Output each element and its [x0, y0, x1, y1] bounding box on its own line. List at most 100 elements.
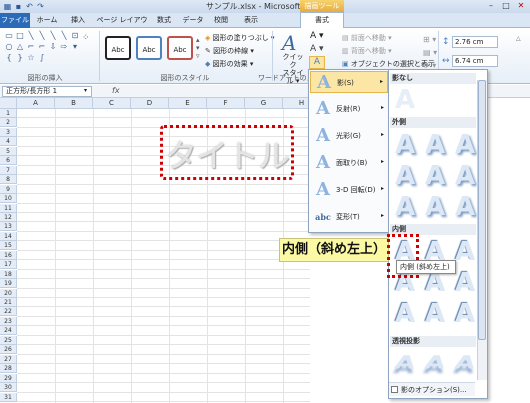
- row-header[interactable]: 28: [0, 364, 17, 374]
- row-header[interactable]: 23: [0, 316, 17, 326]
- name-box-dropdown-icon[interactable]: ▾: [84, 87, 87, 94]
- quick-styles-icon[interactable]: A: [282, 31, 296, 55]
- tab-insert[interactable]: 挿入: [64, 13, 92, 28]
- rect-shape-icon[interactable]: ▭: [4, 31, 14, 41]
- column-header[interactable]: F: [207, 98, 245, 109]
- row-header[interactable]: 17: [0, 260, 17, 270]
- perspective-shadow-option[interactable]: A: [390, 353, 420, 374]
- row-header[interactable]: 13: [0, 222, 17, 232]
- freeform-icon[interactable]: ∫: [37, 53, 47, 63]
- row-header[interactable]: 3: [0, 127, 17, 137]
- bring-forward-button[interactable]: ▤ 前面へ移動 ▾: [342, 33, 392, 44]
- outer-shadow-option[interactable]: A: [452, 193, 478, 221]
- ribbon-collapse-icon[interactable]: △: [516, 35, 521, 42]
- row-header[interactable]: 30: [0, 383, 17, 393]
- row-header[interactable]: 10: [0, 194, 17, 204]
- shape-gallery[interactable]: ▭ □ ╲ ╲ ╲ ╲ ⊡ ○ △ ⌐ ⌐ ⇩ ⇨ ▾ {} ☆ ∫: [4, 31, 80, 65]
- triangle-shape-icon[interactable]: △: [15, 42, 25, 52]
- column-header[interactable]: A: [17, 98, 55, 109]
- row-header[interactable]: 27: [0, 354, 17, 364]
- row-header[interactable]: 19: [0, 279, 17, 289]
- menu-item-reflection[interactable]: A 反射(R) ▸: [310, 98, 388, 120]
- send-backward-button[interactable]: ▥ 背面へ移動 ▾: [342, 46, 392, 57]
- shape-effects-button[interactable]: ◆ 図形の効果 ▾: [205, 59, 253, 70]
- column-header[interactable]: B: [55, 98, 93, 109]
- tab-page-layout[interactable]: ページ レイアウト: [94, 13, 150, 39]
- row-header[interactable]: 22: [0, 307, 17, 317]
- more-shapes-icon[interactable]: ▾: [70, 42, 80, 52]
- star-shape-icon[interactable]: ☆: [26, 53, 36, 63]
- row-header[interactable]: 7: [0, 165, 17, 175]
- tab-file[interactable]: ファイル: [0, 13, 30, 28]
- maximize-icon[interactable]: □: [499, 1, 513, 11]
- save-icon[interactable]: ▪: [14, 2, 23, 11]
- redo-icon[interactable]: ↷: [36, 2, 45, 11]
- close-icon[interactable]: ✕: [514, 1, 528, 11]
- shape-outline-button[interactable]: ✎ 図形の枠線 ▾: [205, 46, 254, 57]
- circle-shape-icon[interactable]: ○: [4, 42, 14, 52]
- align-icons[interactable]: ⊞ ▾ ▤ ▾ ⟳ ▾: [423, 33, 437, 72]
- outer-shadow-option[interactable]: A: [452, 162, 478, 190]
- row-header[interactable]: 21: [0, 298, 17, 307]
- perspective-shadow-option[interactable]: A: [420, 353, 450, 374]
- row-header[interactable]: 29: [0, 373, 17, 383]
- minimize-icon[interactable]: –: [484, 1, 498, 11]
- line-shape-icon[interactable]: ╲: [48, 31, 58, 41]
- undo-icon[interactable]: ↶: [25, 2, 34, 11]
- shape-fill-button[interactable]: ◈ 図形の塗りつぶし ▾: [205, 33, 274, 44]
- tab-view[interactable]: 表示: [238, 13, 264, 28]
- style-gallery-scroll-icon[interactable]: ▴ ▾ ▿: [196, 36, 200, 60]
- row-header[interactable]: 6: [0, 156, 17, 166]
- outer-shadow-option[interactable]: A: [452, 131, 478, 159]
- tab-data[interactable]: データ: [180, 13, 206, 28]
- shadow-options-item[interactable]: 影のオプション(S)...: [389, 382, 475, 396]
- row-header[interactable]: 4: [0, 137, 17, 147]
- width-field[interactable]: 6.74 cm: [452, 55, 498, 67]
- textbox-icon[interactable]: ⊡: [70, 31, 80, 41]
- excel-app-icon[interactable]: ▦: [3, 2, 12, 11]
- outer-shadow-option[interactable]: A: [422, 162, 448, 190]
- outer-shadow-option[interactable]: A: [392, 162, 418, 190]
- shape-style-red[interactable]: Abc: [167, 36, 193, 60]
- row-header[interactable]: 9: [0, 184, 17, 194]
- column-header[interactable]: D: [131, 98, 169, 109]
- outer-shadow-option[interactable]: A: [392, 131, 418, 159]
- row-header[interactable]: 24: [0, 326, 17, 336]
- rect-shape-icon[interactable]: □: [15, 31, 25, 41]
- tab-format[interactable]: 書式: [300, 12, 344, 28]
- edit-shape-icon[interactable]: ⁘: [82, 33, 90, 43]
- line-shape-icon[interactable]: ╲: [37, 31, 47, 41]
- menu-item-glow[interactable]: A 光彩(G) ▸: [310, 125, 388, 147]
- row-header[interactable]: 20: [0, 288, 17, 298]
- row-header[interactable]: 31: [0, 392, 17, 402]
- shape-text[interactable]: タイトル: [165, 131, 290, 177]
- connector-icon[interactable]: ⌐: [26, 42, 36, 52]
- outer-shadow-option[interactable]: A: [392, 193, 418, 221]
- menu-item-bevel[interactable]: A 面取り(B) ▸: [310, 152, 388, 174]
- inner-shadow-option[interactable]: A: [392, 300, 418, 328]
- row-header[interactable]: 2: [0, 118, 17, 128]
- brace-shape-icon[interactable]: {: [4, 53, 14, 63]
- text-effects-button[interactable]: A: [309, 56, 325, 69]
- column-header[interactable]: C: [93, 98, 131, 109]
- row-header[interactable]: 25: [0, 335, 17, 345]
- row-header[interactable]: 5: [0, 146, 17, 156]
- height-field[interactable]: 2.76 cm: [452, 36, 498, 48]
- brace-shape-icon[interactable]: }: [15, 53, 25, 63]
- text-outline-icon[interactable]: A ▾: [310, 44, 324, 54]
- line-shape-icon[interactable]: ╲: [59, 31, 69, 41]
- name-box[interactable]: 正方形/長方形 1: [2, 86, 92, 97]
- text-fill-icon[interactable]: A ▾: [310, 31, 324, 41]
- tab-review[interactable]: 校閲: [208, 13, 234, 28]
- arrow-shape-icon[interactable]: ⇨: [59, 42, 69, 52]
- menu-item-3d-rotation[interactable]: A 3-D 回転(D) ▸: [310, 179, 388, 201]
- connector-icon[interactable]: ⌐: [37, 42, 47, 52]
- inner-shadow-option[interactable]: A: [422, 300, 448, 328]
- row-header[interactable]: 11: [0, 203, 17, 213]
- line-shape-icon[interactable]: ╲: [26, 31, 36, 41]
- menu-item-shadow[interactable]: A 影(S) ▸: [310, 71, 388, 93]
- row-header[interactable]: 16: [0, 250, 17, 260]
- row-header[interactable]: 26: [0, 345, 17, 355]
- tab-home[interactable]: ホーム: [32, 13, 62, 28]
- column-header[interactable]: G: [245, 98, 283, 109]
